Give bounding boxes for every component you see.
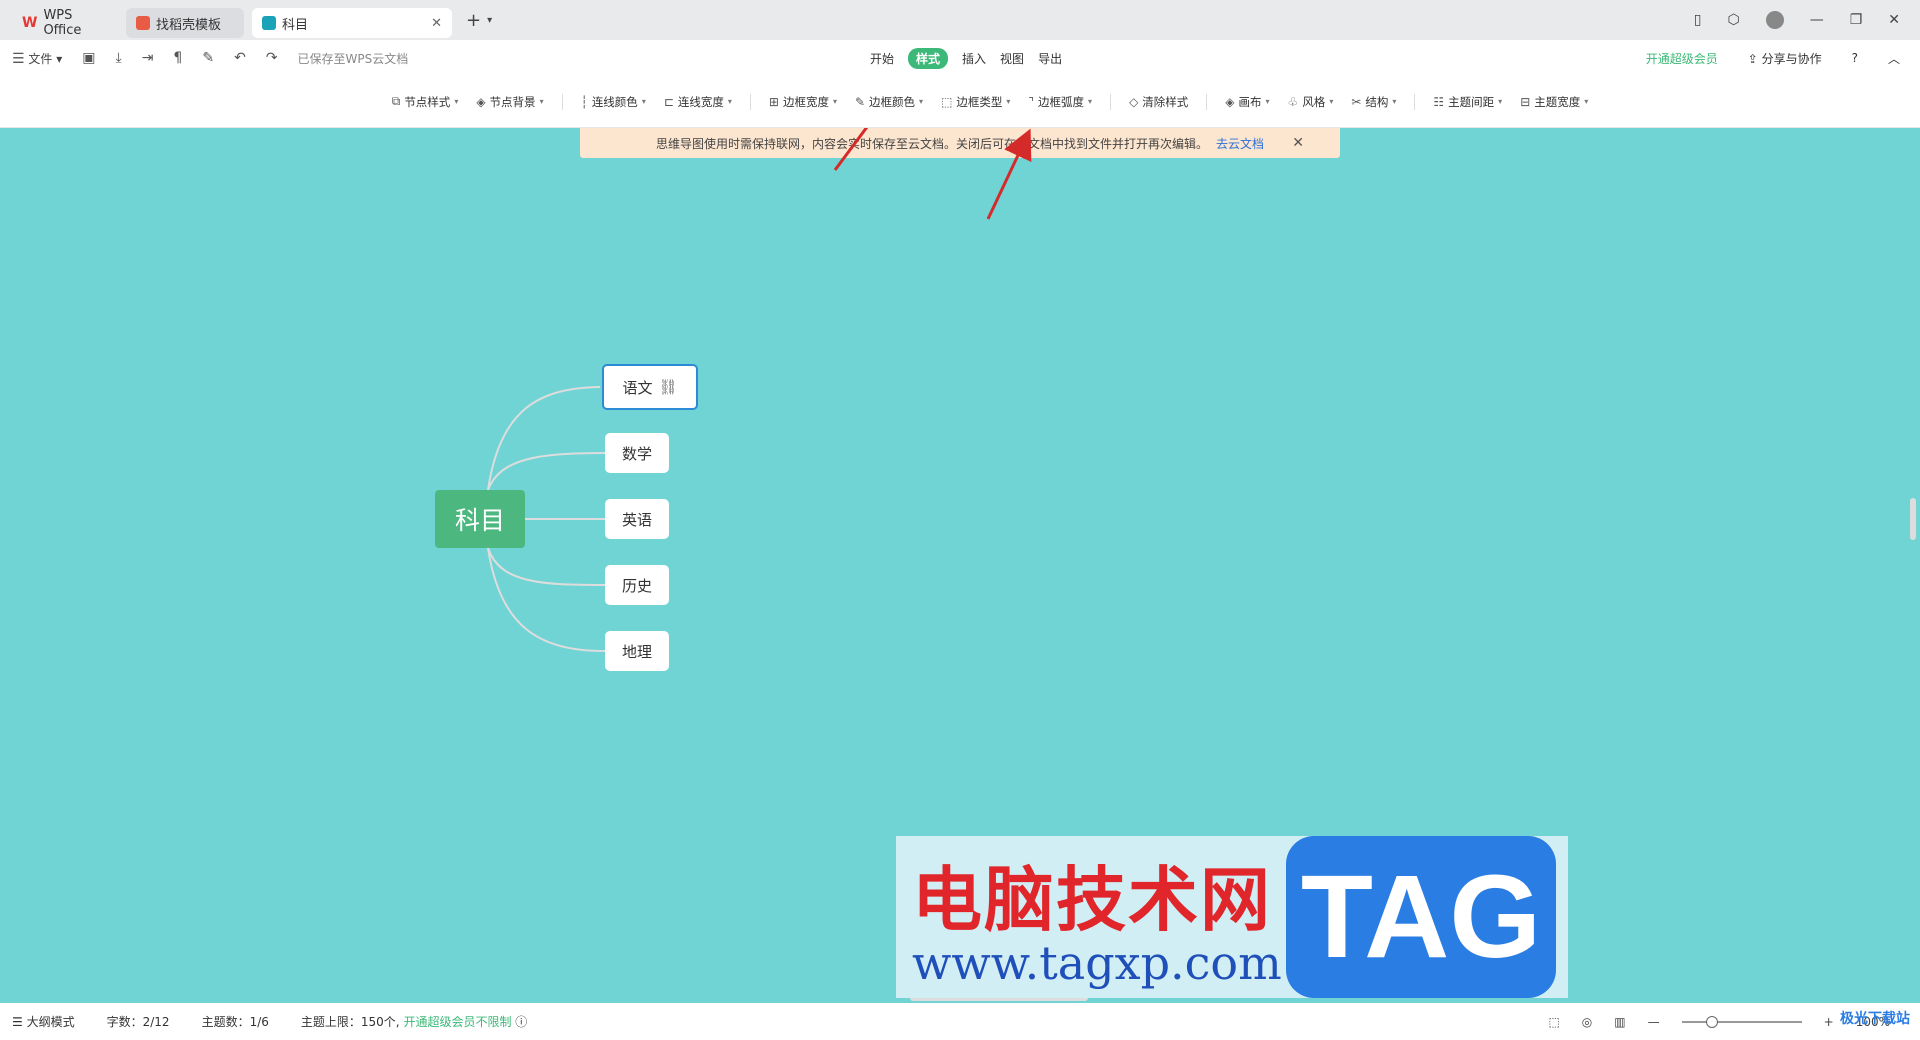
line-color-button[interactable]: ┆ 连线颜色 ▾ [581, 94, 646, 110]
tab-export[interactable]: 导出 [1038, 50, 1062, 67]
spacing-icon: ☷ [1433, 94, 1445, 109]
new-tab-button[interactable]: + ▾ [466, 10, 492, 31]
zoom-out-icon[interactable]: — [1648, 1015, 1660, 1029]
zoom-in-icon[interactable]: + [1824, 1015, 1834, 1029]
title-bar: W WPS Office 找稻壳模板 科目 ✕ + ▾ ▯ ⬡ — ❐ ✕ [0, 0, 1920, 40]
tab-wps-office[interactable]: W WPS Office [12, 8, 118, 38]
shirt-icon: ♧ [1287, 94, 1299, 109]
tab-style[interactable]: 样式 [908, 47, 949, 69]
info-icon[interactable]: ⓘ [515, 1015, 527, 1029]
chevron-down-icon[interactable]: ▾ [487, 15, 492, 26]
width-icon: ⊟ [1520, 94, 1531, 109]
file-menu[interactable]: ☰ 文件 ▾ [12, 50, 62, 67]
style-toolbar: ⧉ 节点样式 ▾ ◈ 节点背景 ▾ ┆ 连线颜色 ▾ ⊏ 连线宽度 ▾ ⊞ 边框宽度 ▾ ✎ 边框颜色… [0, 76, 1920, 128]
download-icon[interactable]: ⤓ [115, 50, 121, 66]
arrow-annotation [986, 128, 1032, 220]
close-window-icon[interactable]: ✕ [1888, 12, 1900, 28]
border-type-button[interactable]: ⬚ 边框类型 ▾ [941, 94, 1010, 110]
share-icon: ⇪ [1747, 51, 1758, 66]
structure-icon: ✂ [1351, 94, 1362, 109]
watermark-tag: TAG [1286, 836, 1556, 998]
tab-insert[interactable]: 插入 [962, 50, 986, 67]
restore-icon[interactable]: ❐ [1850, 12, 1863, 28]
collapse-icon[interactable]: ︿ [1888, 50, 1900, 67]
plus-icon: + [466, 9, 482, 31]
locate-icon[interactable]: ◎ [1582, 1015, 1592, 1029]
border-width-button[interactable]: ⊞ 边框宽度 ▾ [769, 94, 837, 110]
clear-style-button[interactable]: ◇ 清除样式 [1129, 94, 1188, 110]
vip-link[interactable]: 开通超级会员 [1646, 50, 1718, 67]
corner-icon: ⌝ [1028, 94, 1035, 109]
tab-label: 科目 [282, 17, 309, 33]
paint-bucket-icon: ◈ [476, 94, 486, 109]
canvas-button[interactable]: ◈ 画布 ▾ [1225, 94, 1269, 110]
dashed-box-icon: ⬚ [941, 94, 953, 109]
close-icon[interactable]: ✕ [431, 16, 442, 31]
ribbon-tabs: 开始 样式 插入 视图 导出 [870, 40, 1062, 76]
corner-site-logo: 极光下载站 [1840, 1011, 1910, 1027]
list-icon: ☰ [12, 1015, 23, 1029]
topic-spacing-button[interactable]: ☷ 主题间距 ▾ [1433, 94, 1502, 110]
layout-icon[interactable]: ▯ [1694, 12, 1702, 28]
outline-mode-button[interactable]: ☰ 大纲模式 [12, 1013, 75, 1030]
watermark-url: www.tagxp.com [912, 936, 1282, 990]
line-width-button[interactable]: ⊏ 连线宽度 ▾ [664, 94, 732, 110]
arrow-annotation [833, 128, 869, 171]
zoom-knob[interactable] [1705, 1015, 1718, 1028]
topic-count: 主题数：1/6 [201, 1015, 269, 1029]
tab-mindmap-subject[interactable]: 科目 ✕ [252, 8, 452, 38]
avatar[interactable] [1765, 11, 1784, 29]
border-color-button[interactable]: ✎ 边框颜色 ▾ [855, 94, 923, 110]
node-bg-button[interactable]: ◈ 节点背景 ▾ [476, 94, 543, 110]
zoom-slider[interactable] [1681, 1015, 1802, 1028]
tab-label: WPS Office [43, 8, 82, 38]
mindmap-canvas[interactable]: 思维导图使用时需保持联网，内容会实时保存至云文档。关闭后可在云文档中找到文件并打… [0, 128, 1920, 1003]
topic-width-button[interactable]: ⊟ 主题宽度 ▾ [1520, 94, 1588, 110]
vip-unlimited-link[interactable]: 开通超级会员不限制 [403, 1015, 511, 1029]
line-width-icon: ⊏ [663, 94, 674, 109]
pen-icon[interactable]: ✎ [202, 50, 214, 66]
canvas-icon: ◈ [1225, 94, 1235, 109]
topic-limit: 主题上限：150个, [300, 1015, 400, 1029]
wps-logo-icon: W [22, 15, 38, 31]
cube-icon[interactable]: ⬡ [1727, 12, 1739, 28]
structure-button[interactable]: ✂ 结构 ▾ [1351, 94, 1396, 110]
map-icon[interactable]: ▥ [1614, 1015, 1625, 1029]
share-button[interactable]: ⇪ 分享与协作 [1748, 50, 1822, 67]
tab-start[interactable]: 开始 [870, 50, 894, 67]
fit-screen-icon[interactable]: ⬚ [1548, 1015, 1559, 1029]
status-bar: ☰ 大纲模式 字数：2/12 主题数：1/6 主题上限：150个, 开通超级会员… [0, 1003, 1920, 1040]
save-icon[interactable]: ▣ [82, 50, 95, 66]
redo-icon[interactable]: ↷ [266, 50, 278, 66]
node-style-button[interactable]: ⧉ 节点样式 ▾ [392, 94, 459, 110]
minimize-icon[interactable]: — [1810, 12, 1824, 28]
undo-icon[interactable]: ↶ [234, 50, 246, 66]
help-icon[interactable]: ? [1852, 51, 1858, 65]
eraser-icon: ◇ [1129, 94, 1139, 109]
tab-label: 找稻壳模板 [156, 17, 222, 33]
tab-view[interactable]: 视图 [1000, 50, 1024, 67]
export-icon[interactable]: ⇥ [142, 50, 154, 66]
tab-template[interactable]: 找稻壳模板 [126, 8, 244, 38]
border-radius-button[interactable]: ⌝ 边框弧度 ▾ [1028, 94, 1092, 110]
vertical-scrollbar[interactable] [1910, 498, 1916, 540]
pencil-icon: ✎ [854, 94, 866, 109]
format-painter-icon[interactable]: ¶ [173, 50, 182, 66]
menu-icon: ☰ [12, 50, 25, 67]
saved-status: 已保存至WPS云文档 [297, 51, 409, 66]
border-width-icon: ⊞ [768, 94, 779, 109]
word-count: 字数：2/12 [106, 1015, 170, 1029]
menu-bar: ☰ 文件 ▾ ▣ ⤓ ⇥ ¶ ✎ ↶ ↷ 已保存至WPS云文档 开始 样式 插入… [0, 40, 1920, 76]
template-icon [136, 16, 150, 30]
line-color-icon: ┆ [580, 94, 588, 109]
watermark-title: 电脑技术网 [912, 858, 1272, 941]
watermark: 电脑技术网 www.tagxp.com TAG [896, 836, 1568, 998]
theme-style-button[interactable]: ♧ 风格 ▾ [1288, 94, 1334, 110]
mindmap-icon [262, 16, 276, 30]
node-style-icon: ⧉ [391, 94, 401, 108]
